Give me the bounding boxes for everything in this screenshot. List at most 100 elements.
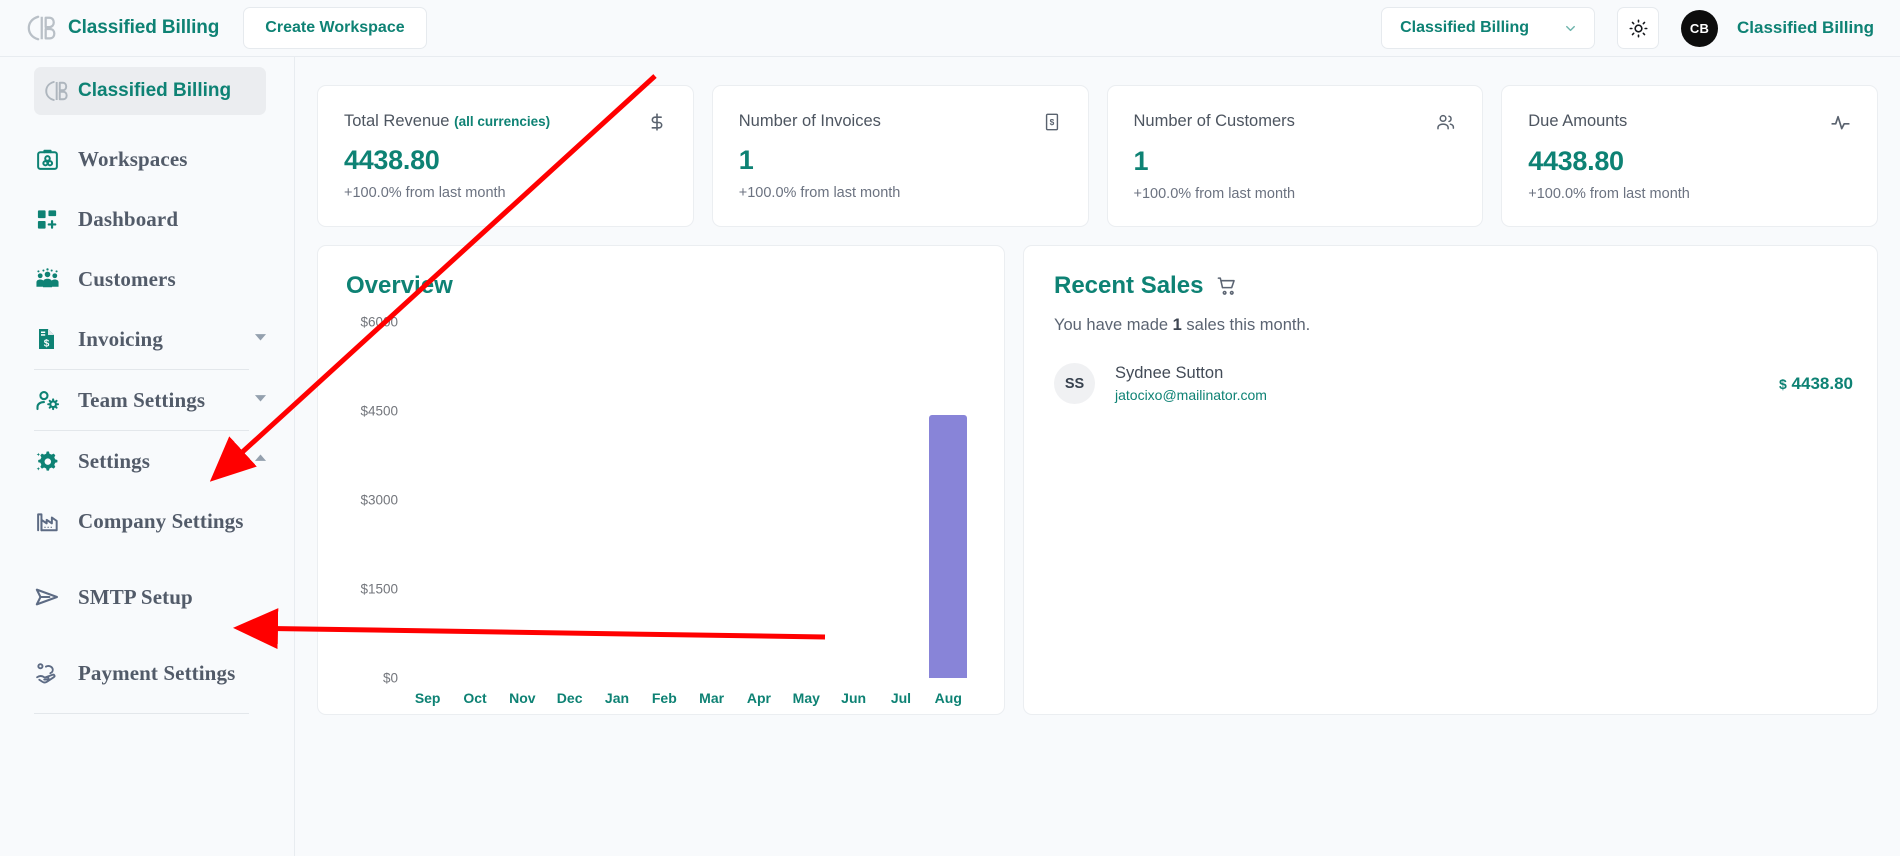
stat-card-title-text: Total Revenue (344, 112, 450, 130)
overview-panel: Overview $6000 $4500 $3000 $1500 $0 Sep Oct No… (317, 245, 1005, 715)
chart-bar[interactable] (929, 414, 968, 678)
chart-bar-slot (830, 322, 877, 678)
customer-email: jatocixo@mailinator.com (1115, 387, 1267, 403)
chart-bar-slot (451, 322, 498, 678)
chart-x-axis: Sep Oct Nov Dec Jan Feb Mar Apr May Jun Jul Aug (404, 690, 972, 706)
dollar-sign-icon (647, 112, 667, 132)
sidebar-header[interactable]: Classified Billing (34, 67, 266, 115)
sidebar-item-company-settings[interactable]: Company Settings (34, 491, 292, 551)
theme-toggle-button[interactable] (1617, 7, 1660, 49)
summary-prefix: You have made (1054, 316, 1173, 334)
chart-bar-slot (783, 322, 830, 678)
sidebar-divider (34, 713, 249, 714)
stat-card-header: Due Amounts (1528, 112, 1851, 133)
stat-card-value: 1 (1133, 146, 1149, 176)
create-workspace-button[interactable]: Create Workspace (243, 7, 427, 49)
summary-suffix: sales this month. (1181, 316, 1311, 334)
avatar: SS (1054, 363, 1095, 404)
chevron-up-icon[interactable] (251, 449, 270, 473)
stat-card-title-text: Number of Invoices (738, 112, 881, 130)
chart-x-tick: Mar (699, 690, 725, 706)
main-content: Total Revenue (all currencies) 4438.80 +… (295, 57, 1900, 856)
sidebar-item-label: Payment Settings (78, 660, 236, 685)
chart-x-tick: Feb (651, 690, 677, 706)
sidebar-item-label: Team Settings (78, 387, 206, 412)
sidebar-item-invoicing[interactable]: $ Invoicing (34, 309, 292, 369)
stat-card-subtext: +100.0% from last month (344, 185, 506, 201)
chart-x-tick: Dec (556, 690, 583, 706)
shopping-cart-icon (1216, 275, 1238, 297)
invoice-document-icon: $ (34, 326, 60, 352)
sidebar-item-dashboard[interactable]: Dashboard (34, 189, 292, 249)
chart-y-tick: $3000 (360, 492, 398, 508)
sidebar-item-label: Dashboard (78, 206, 179, 231)
sidebar-item-label: Invoicing (78, 326, 163, 351)
sidebar-item-team-settings[interactable]: Team Settings (34, 370, 292, 430)
sidebar-item-label: Workspaces (78, 146, 188, 171)
chart-x-tick: Jun (841, 690, 867, 706)
app-shell: Classified Billing Workspaces Dashboard … (0, 57, 1900, 856)
chart-x-tick: Sep (414, 690, 441, 706)
chart-y-tick: $0 (382, 670, 398, 686)
sidebar-item-payment-settings[interactable]: Payment Settings (34, 643, 292, 703)
hand-coin-icon (34, 660, 60, 686)
top-bar: Classified Billing Create Workspace Clas… (0, 0, 1900, 57)
stat-card-title: Total Revenue (all currencies) (344, 112, 550, 131)
gear-sparkle-icon (34, 448, 60, 474)
sidebar-item-customers[interactable]: Customers (34, 249, 292, 309)
sidebar-item-settings[interactable]: Settings (34, 431, 292, 491)
stat-card-title-text: Number of Customers (1133, 112, 1295, 130)
overview-title: Overview (346, 272, 980, 300)
chart-bar-slot (735, 322, 782, 678)
brand[interactable]: Classified Billing (26, 13, 219, 43)
stat-card-subtext: +100.0% from last month (1133, 186, 1296, 202)
stat-card-title-note: (all currencies) (454, 114, 551, 129)
stat-card-subtext: +100.0% from last month (1528, 186, 1690, 202)
chevron-down-icon (1566, 25, 1575, 31)
account-menu[interactable]: CB Classified Billing (1681, 9, 1874, 47)
chart-bar-slot (404, 322, 451, 678)
customers-group-icon (34, 266, 60, 292)
chart-bar-slot (546, 322, 593, 678)
sidebar: Classified Billing Workspaces Dashboard … (0, 57, 295, 856)
chevron-down-icon[interactable] (251, 327, 270, 351)
avatar: CB (1681, 9, 1719, 47)
classified-billing-logo-icon (45, 81, 68, 101)
top-bar-right: Classified Billing CB Classified Billing (1381, 7, 1874, 49)
sidebar-item-workspaces[interactable]: Workspaces (34, 129, 292, 189)
chart-bar-slot (877, 322, 924, 678)
overview-bar-chart: $6000 $4500 $3000 $1500 $0 Sep Oct Nov Dec Jan Fe… (346, 315, 980, 714)
stat-card-header: Number of Invoices $ (739, 112, 1062, 132)
chevron-down-icon[interactable] (251, 388, 270, 412)
sale-amount: $ 4438.80 (1779, 374, 1853, 394)
chart-x-tick: Nov (509, 690, 536, 706)
chart-y-tick: $6000 (360, 314, 398, 330)
workspace-selector[interactable]: Classified Billing (1381, 7, 1596, 49)
customer-name: Sydnee Sutton (1115, 364, 1224, 382)
panels-row: Overview $6000 $4500 $3000 $1500 $0 Sep Oct No… (317, 245, 1878, 715)
recent-sales-row[interactable]: SS Sydnee Sutton jatocixo@mailinator.com… (1054, 363, 1853, 404)
send-paper-plane-icon (34, 584, 60, 610)
user-gear-icon (34, 387, 60, 413)
sun-icon (1628, 18, 1648, 38)
stat-card-total-revenue: Total Revenue (all currencies) 4438.80 +… (317, 85, 694, 227)
activity-pulse-icon (1830, 112, 1851, 133)
amount-value: 4438.80 (1791, 373, 1853, 393)
factory-icon (34, 508, 60, 534)
chart-bar-slot (925, 322, 972, 678)
chart-bar-slot (593, 322, 640, 678)
stat-card-due-amounts: Due Amounts 4438.80 +100.0% from last mo… (1501, 85, 1878, 227)
overview-title-text: Overview (346, 272, 453, 299)
chart-y-tick: $1500 (360, 581, 398, 597)
svg-text:$: $ (1049, 117, 1054, 127)
stat-card-header: Total Revenue (all currencies) (344, 112, 667, 132)
sidebar-item-label: Customers (78, 266, 176, 291)
chart-x-tick: Oct (463, 690, 487, 706)
classified-billing-logo-icon (27, 15, 56, 41)
stat-card-header: Number of Customers (1134, 112, 1457, 133)
sidebar-item-smtp-setup[interactable]: SMTP Setup (34, 567, 292, 627)
chart-bar-slot (499, 322, 546, 678)
banknote-icon: $ (1042, 112, 1062, 132)
recent-sales-title-text: Recent Sales (1054, 272, 1204, 299)
